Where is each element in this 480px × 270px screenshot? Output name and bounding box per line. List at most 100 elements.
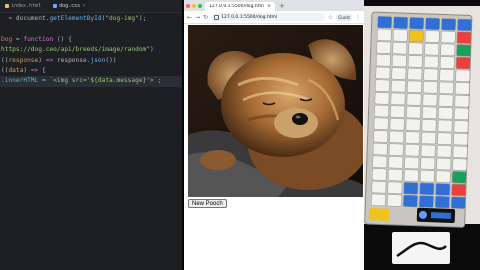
address-bar-url: 127.0.0.1:5500/dog.html: [221, 14, 278, 20]
keycap: [392, 29, 408, 42]
keycap: [437, 132, 453, 145]
code-line[interactable]: https://dog.ceo/api/breeds/image/random"…: [0, 45, 182, 55]
code-line[interactable]: = document.getElementById("dog-img");: [0, 14, 182, 24]
keycap: [375, 79, 390, 92]
keycap: [453, 120, 469, 133]
keycap: [421, 131, 437, 145]
code-token: response.: [53, 56, 91, 64]
browser-tab[interactable]: 127.0.0.1:5500/dog.html ×: [205, 2, 275, 11]
keycap: [406, 93, 422, 106]
keycap: [423, 55, 439, 69]
editor-tab-dog-css[interactable]: dog.css ×: [50, 0, 89, 12]
code-token: function: [23, 35, 54, 43]
keycap: [451, 171, 467, 184]
keycap: [408, 42, 424, 55]
keycap: [406, 105, 421, 119]
keycap: [393, 16, 409, 29]
yellow-key: [368, 208, 390, 221]
keyboard-photo: [364, 0, 480, 270]
keycap: [436, 145, 452, 158]
keycap: [392, 41, 408, 55]
keycap: [424, 30, 440, 43]
code-token: =: [38, 77, 50, 85]
keycap: [440, 30, 456, 44]
keycap: [407, 67, 423, 81]
keycap: [451, 183, 467, 197]
oled-display-text: [430, 212, 452, 219]
code-line[interactable]: ((data) => {: [0, 66, 182, 76]
keycap: [419, 169, 435, 183]
keycap: [387, 168, 403, 182]
code-token: .innerHTML: [1, 77, 39, 85]
keycap: [371, 193, 386, 207]
keycap: [407, 80, 422, 93]
keycap: [455, 69, 471, 82]
keycap: [435, 170, 451, 183]
keycap: [373, 117, 389, 130]
code-token: ;: [157, 77, 162, 85]
forward-icon[interactable]: →: [195, 14, 200, 21]
code-line[interactable]: [0, 24, 182, 34]
html-file-icon: [5, 4, 9, 8]
editor-tab-label: dog.css: [59, 3, 81, 9]
back-icon[interactable]: ←: [187, 14, 192, 21]
code-line[interactable]: ((response) => response.json()): [0, 56, 182, 66]
keycap: [374, 92, 390, 105]
new-tab-icon[interactable]: +: [279, 2, 285, 11]
keycap: [419, 182, 435, 196]
keycap: [421, 119, 437, 132]
new-pooch-button[interactable]: New Pooch: [188, 199, 227, 208]
keycap: [403, 169, 419, 182]
code-token: https://dog.ceo/api/breeds/image/random: [1, 46, 147, 54]
keycap: [390, 105, 405, 118]
editor-tab-index[interactable]: index.html: [2, 0, 44, 12]
keycap: [456, 31, 472, 44]
keycap: [441, 18, 457, 31]
keycap: [425, 17, 441, 31]
keycap: [454, 82, 470, 95]
keycap: [389, 130, 405, 144]
keycap: [422, 106, 437, 119]
keycap: [405, 118, 421, 132]
browser-tab-strip: 127.0.0.1:5500/dog.html × +: [184, 0, 364, 11]
keycap: [439, 69, 455, 82]
code-line[interactable]: .innerHTML = `<img src='${data.message}'…: [0, 76, 182, 87]
code-token: () {: [53, 35, 72, 43]
keycap: [440, 43, 456, 57]
keycap: [371, 181, 387, 194]
keycap: [372, 142, 388, 156]
minimize-window-icon[interactable]: [192, 3, 196, 8]
code-token: ): [23, 66, 31, 74]
keycap: [388, 156, 404, 169]
info-icon[interactable]: [214, 14, 220, 20]
keycap: [388, 143, 404, 156]
keycap: [371, 168, 387, 181]
close-tab-icon[interactable]: ×: [267, 4, 271, 9]
keycap: [403, 194, 418, 208]
keycap: [452, 158, 468, 171]
keycap: [377, 16, 393, 29]
keycap: [404, 144, 420, 157]
address-bar[interactable]: 127.0.0.1:5500/dog.html: [211, 13, 325, 21]
keycap: [435, 183, 451, 196]
code-editor[interactable]: index.html dog.css × = document.getEleme…: [0, 0, 182, 270]
keycap: [437, 119, 453, 133]
code-area[interactable]: = document.getElementById("dog-img"); Dog…: [0, 12, 182, 270]
menu-icon[interactable]: ⋮: [355, 14, 361, 21]
keycap: [387, 181, 403, 194]
keycap: [408, 29, 424, 43]
close-window-icon[interactable]: [186, 3, 190, 8]
reload-icon[interactable]: ↻: [203, 14, 208, 21]
keycap: [389, 118, 405, 131]
keycap: [375, 54, 391, 67]
css-file-icon: [53, 4, 58, 8]
keycap: [419, 195, 434, 208]
keycap: [453, 133, 469, 146]
code-token: data: [8, 66, 24, 74]
profile-button[interactable]: Guest: [336, 13, 352, 21]
code-line[interactable]: Dog = function () {: [0, 35, 182, 45]
bookmark-star-icon[interactable]: ☆: [328, 14, 333, 21]
code-token: ()): [105, 56, 117, 64]
zoom-window-icon[interactable]: [198, 3, 202, 8]
close-icon[interactable]: ×: [82, 3, 85, 9]
